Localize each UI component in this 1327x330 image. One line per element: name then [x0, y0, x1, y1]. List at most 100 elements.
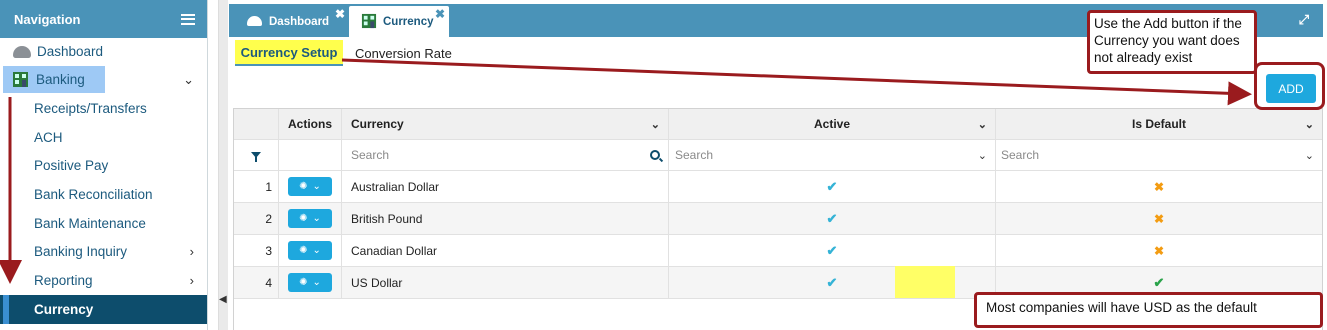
currency-cell: US Dollar: [342, 267, 669, 298]
currency-cell: Canadian Dollar: [342, 235, 669, 266]
actions-cell: ✺ ⌄: [279, 203, 342, 234]
active-cell: ✔: [669, 203, 996, 234]
header-rownum: [234, 109, 279, 139]
sidebar-item-banking[interactable]: Banking ⌄: [0, 65, 207, 94]
grid-filter-row: Search Search ⌄ Search ⌄: [234, 140, 1322, 171]
chevron-down-icon: ⌄: [312, 181, 321, 192]
sidebar-item-label: Dashboard: [37, 44, 104, 59]
gear-icon: ✺: [299, 181, 308, 192]
row-number: 4: [234, 267, 279, 298]
row-number-text: 2: [265, 211, 272, 226]
filter-cell[interactable]: [234, 140, 279, 170]
tab-dashboard[interactable]: Dashboard ✖: [233, 6, 349, 37]
chevron-down-icon[interactable]: ⌄: [1305, 149, 1314, 162]
actions-cell: ✺ ⌄: [279, 235, 342, 266]
chevron-down-icon[interactable]: ⌄: [651, 118, 660, 131]
search-placeholder: Search: [351, 148, 390, 162]
row-actions-button[interactable]: ✺ ⌄: [288, 177, 332, 196]
header-is-default[interactable]: Is Default ⌄: [996, 109, 1322, 139]
speedometer-icon: [13, 45, 31, 58]
row-number: 2: [234, 203, 279, 234]
chevron-down-icon[interactable]: ⌄: [1305, 118, 1314, 131]
search-icon[interactable]: [650, 150, 660, 160]
bank-building-icon: [361, 13, 377, 29]
is-default-cell: ✖: [996, 171, 1322, 202]
check-icon: ✔: [826, 178, 838, 194]
bank-building-icon: [13, 72, 28, 87]
actions-cell: ✺ ⌄: [279, 171, 342, 202]
sidebar-item-receipts-transfers[interactable]: Receipts/Transfers: [0, 94, 207, 123]
sidebar-item-label: Bank Reconciliation: [34, 187, 153, 202]
sidebar-item-dashboard[interactable]: Dashboard: [0, 37, 207, 66]
sidebar-item-label: ACH: [34, 130, 63, 145]
currency-cell: Australian Dollar: [342, 171, 669, 202]
sidebar-item-bank-maintenance[interactable]: Bank Maintenance: [0, 209, 207, 238]
currency-cell: British Pound: [342, 203, 669, 234]
is-default-cell: ✖: [996, 203, 1322, 234]
expand-icon[interactable]: ⤢: [1299, 12, 1309, 28]
sidebar-item-label: Currency: [34, 302, 94, 317]
active-search-select[interactable]: Search ⌄: [669, 140, 996, 170]
sidebar-item-positive-pay[interactable]: Positive Pay: [0, 151, 207, 180]
search-placeholder: Search: [675, 148, 714, 162]
close-icon[interactable]: ✖: [335, 7, 345, 21]
check-icon: ✔: [826, 210, 838, 226]
chevron-right-icon: ›: [189, 244, 194, 259]
active-cell: ✔: [669, 171, 996, 202]
tab-conversion-rate[interactable]: Conversion Rate: [355, 46, 452, 61]
currency-name: Canadian Dollar: [351, 243, 438, 258]
collapse-arrow-icon[interactable]: ◀: [219, 294, 227, 305]
tab-currency[interactable]: Currency ✖: [349, 6, 449, 37]
row-actions-button[interactable]: ✺ ⌄: [288, 273, 332, 292]
app: Navigation Dashboard Banking ⌄ Receipts/…: [0, 0, 1327, 330]
row-number: 1: [234, 171, 279, 202]
nav-header: Navigation: [0, 0, 207, 38]
search-placeholder: Search: [1001, 148, 1040, 162]
sidebar-item-label: Reporting: [34, 273, 93, 288]
table-row[interactable]: 1 ✺ ⌄ Australian Dollar ✔ ✖: [234, 171, 1322, 203]
sidebar-item-currency[interactable]: Currency: [0, 295, 207, 324]
chevron-down-icon: ⌄: [312, 245, 321, 256]
header-active[interactable]: Active ⌄: [669, 109, 996, 139]
sidebar-item-label: Banking Inquiry: [34, 244, 128, 259]
sidebar: Navigation Dashboard Banking ⌄ Receipts/…: [0, 0, 208, 330]
sidebar-item-label: Positive Pay: [34, 158, 109, 173]
row-actions-button[interactable]: ✺ ⌄: [288, 209, 332, 228]
header-currency[interactable]: Currency ⌄: [342, 109, 669, 139]
check-icon: ✔: [1153, 274, 1165, 290]
sidebar-item-label: Bank Maintenance: [34, 216, 146, 231]
is-default-search-select[interactable]: Search ⌄: [996, 140, 1322, 170]
sidebar-item-ach[interactable]: ACH: [0, 123, 207, 152]
close-icon[interactable]: ✖: [435, 7, 445, 21]
currency-search-input[interactable]: Search: [342, 140, 669, 170]
header-label: Is Default: [1131, 117, 1186, 131]
row-actions-button[interactable]: ✺ ⌄: [288, 241, 332, 260]
active-indicator: [3, 295, 9, 324]
sidebar-item-banking-inquiry[interactable]: Banking Inquiry ›: [0, 237, 207, 266]
tab-currency-setup[interactable]: Currency Setup: [235, 40, 343, 66]
header-label: Active: [813, 117, 851, 131]
check-icon: ✔: [826, 274, 838, 290]
sidebar-item-bank-reconciliation[interactable]: Bank Reconciliation: [0, 180, 207, 209]
sidebar-item-reporting[interactable]: Reporting ›: [0, 266, 207, 295]
cross-icon: ✖: [1153, 211, 1165, 226]
row-number-text: 1: [265, 179, 272, 194]
gear-icon: ✺: [299, 213, 308, 224]
sidebar-item-label: Receipts/Transfers: [34, 101, 147, 116]
usd-default-callout: Most companies will have USD as the defa…: [974, 292, 1323, 328]
header-actions: Actions: [279, 109, 342, 139]
chevron-down-icon: ⌄: [312, 213, 321, 224]
gear-icon: ✺: [299, 245, 308, 256]
header-label: Currency: [351, 117, 404, 131]
hamburger-menu-icon[interactable]: [181, 13, 195, 25]
filter-icon[interactable]: [251, 152, 261, 162]
chevron-down-icon[interactable]: ⌄: [978, 118, 987, 131]
chevron-down-icon[interactable]: ⌄: [978, 149, 987, 162]
grid-header-row: Actions Currency ⌄ Active ⌄ Is Default ⌄: [234, 109, 1322, 140]
table-row[interactable]: 3 ✺ ⌄ Canadian Dollar ✔ ✖: [234, 235, 1322, 267]
currency-name: British Pound: [351, 211, 423, 226]
chevron-down-icon: ⌄: [183, 71, 194, 87]
sidebar-collapse-strip[interactable]: [218, 0, 228, 330]
row-number-text: 4: [265, 275, 272, 290]
table-row[interactable]: 2 ✺ ⌄ British Pound ✔ ✖: [234, 203, 1322, 235]
